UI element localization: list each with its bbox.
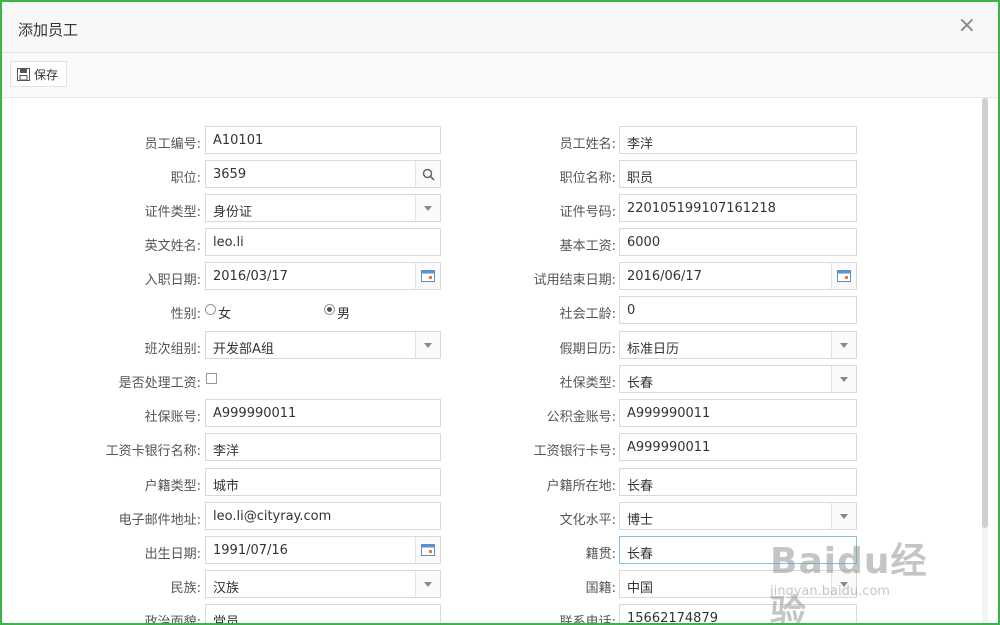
gender-male-label: 男 — [337, 307, 351, 322]
birth-date-input[interactable]: 1991/07/16 — [205, 536, 441, 564]
emp-no-input[interactable]: A10101 — [205, 126, 441, 154]
en-name-input[interactable]: leo.li — [205, 228, 441, 256]
political-label: 政治面貌: — [144, 615, 201, 625]
bank-name-input[interactable]: 李洋 — [205, 433, 441, 461]
hire-date-input[interactable]: 2016/03/17 — [205, 262, 441, 290]
education-select[interactable]: 博士 — [619, 502, 857, 530]
watermark-text: Baidu经验 — [770, 541, 928, 625]
hire-date-label: 入职日期: — [144, 273, 201, 288]
political-input[interactable]: 党员 — [205, 604, 441, 623]
vertical-scrollbar[interactable] — [982, 98, 988, 623]
probation-end-input[interactable]: 2016/06/17 — [619, 262, 857, 290]
birth-date-label: 出生日期: — [144, 547, 201, 562]
social-years-input[interactable]: 0 — [619, 296, 857, 324]
gender-male-radio[interactable] — [324, 304, 335, 315]
en-name-label: 英文姓名: — [144, 239, 201, 254]
process-salary-checkbox[interactable] — [206, 373, 217, 384]
email-label: 电子邮件地址: — [118, 513, 201, 528]
position-name-label: 职位名称: — [559, 171, 616, 186]
hukou-type-label: 户籍类型: — [144, 479, 201, 494]
social-years-label: 社会工龄: — [559, 307, 616, 322]
phone-label: 联系电话: — [559, 615, 616, 625]
gender-label: 性别: — [170, 307, 201, 322]
toolbar: 保存 — [2, 53, 998, 98]
dialog-title: 添加员工 — [18, 21, 79, 39]
shift-group-label: 班次组别: — [144, 342, 201, 357]
calendar-icon[interactable] — [831, 263, 856, 289]
hukou-place-input[interactable]: 长春 — [619, 468, 857, 496]
hukou-type-input[interactable]: 城市 — [205, 468, 441, 496]
calendar-icon[interactable] — [415, 537, 440, 563]
holiday-cal-select[interactable]: 标准日历 — [619, 331, 857, 359]
insurance-acct-input[interactable]: A999990011 — [205, 399, 441, 427]
insurance-type-label: 社保类型: — [559, 376, 616, 391]
base-salary-input[interactable]: 6000 — [619, 228, 857, 256]
chevron-down-icon[interactable] — [831, 503, 856, 529]
insurance-acct-label: 社保账号: — [144, 410, 201, 425]
probation-end-label: 试用结束日期: — [533, 273, 616, 288]
position-label: 职位: — [170, 171, 201, 186]
chevron-down-icon[interactable] — [415, 195, 440, 221]
position-input[interactable]: 3659 — [205, 160, 441, 188]
close-icon[interactable]: × — [958, 14, 976, 38]
calendar-icon[interactable] — [415, 263, 440, 289]
bank-card-label: 工资银行卡号: — [533, 444, 616, 459]
gender-female-label: 女 — [218, 307, 232, 322]
id-type-select[interactable]: 身份证 — [205, 194, 441, 222]
watermark-url: jingyan.baidu.com — [770, 584, 890, 599]
process-salary-label: 是否处理工资: — [118, 376, 201, 391]
education-label: 文化水平: — [559, 513, 616, 528]
hukou-place-label: 户籍所在地: — [546, 479, 616, 494]
native-place-label: 籍贯: — [585, 547, 616, 562]
emp-name-label: 员工姓名: — [559, 137, 616, 152]
bank-card-input[interactable]: A999990011 — [619, 433, 857, 461]
bank-name-label: 工资卡银行名称: — [105, 444, 201, 459]
insurance-type-select[interactable]: 长春 — [619, 365, 857, 393]
chevron-down-icon[interactable] — [831, 332, 856, 358]
emp-name-input[interactable]: 李洋 — [619, 126, 857, 154]
baidu-watermark: Baidu经验 jingyan.baidu.com — [762, 530, 952, 623]
ethnicity-select[interactable]: 汉族 — [205, 570, 441, 598]
id-no-input[interactable]: 220105199107161218 — [619, 194, 857, 222]
chevron-down-icon[interactable] — [415, 332, 440, 358]
dialog-titlebar: 添加员工 × — [2, 2, 998, 53]
ethnicity-label: 民族: — [170, 581, 201, 596]
id-type-label: 证件类型: — [144, 205, 201, 220]
emp-no-label: 员工编号: — [144, 137, 201, 152]
holiday-cal-label: 假期日历: — [559, 342, 616, 357]
search-icon[interactable] — [415, 161, 440, 187]
gender-female-radio[interactable] — [205, 304, 216, 315]
fund-acct-input[interactable]: A999990011 — [619, 399, 857, 427]
chevron-down-icon[interactable] — [831, 366, 856, 392]
dialog-frame: 添加员工 × 保存 员工编号: A10101 员工姓名: 李洋 职位: 3659 — [0, 0, 1000, 625]
floppy-disk-icon — [17, 67, 30, 81]
email-input[interactable]: leo.li@cityray.com — [205, 502, 441, 530]
position-name-input[interactable]: 职员 — [619, 160, 857, 188]
save-label: 保存 — [34, 67, 59, 82]
fund-acct-label: 公积金账号: — [546, 410, 616, 425]
save-button[interactable]: 保存 — [10, 61, 68, 87]
nationality-label: 国籍: — [585, 581, 616, 596]
chevron-down-icon[interactable] — [415, 571, 440, 597]
id-no-label: 证件号码: — [559, 205, 616, 220]
base-salary-label: 基本工资: — [559, 239, 616, 254]
shift-group-select[interactable]: 开发部A组 — [205, 331, 441, 359]
scrollbar-thumb[interactable] — [982, 98, 988, 528]
